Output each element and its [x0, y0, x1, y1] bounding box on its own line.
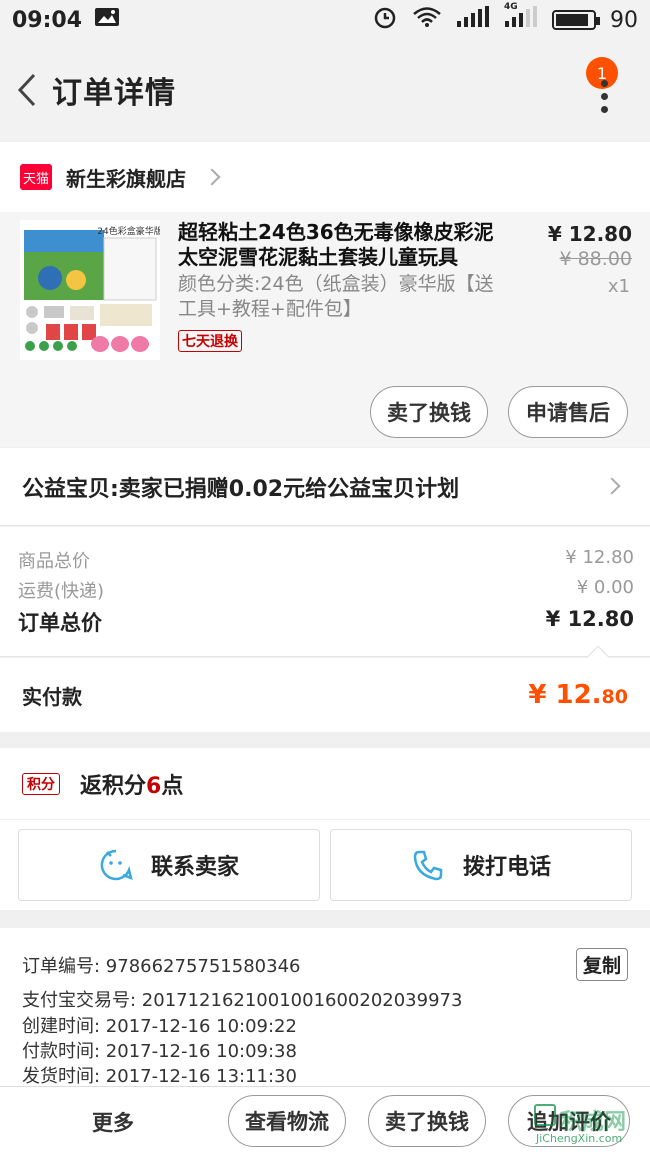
charity-text: 公益宝贝:卖家已捐赠0.02元给公益宝贝计划 — [22, 476, 460, 502]
view-logistics-button[interactable]: 查看物流 — [228, 1095, 346, 1147]
battery-icon — [552, 10, 600, 30]
alarm-icon — [372, 4, 398, 36]
more-button[interactable]: 更多 — [92, 1107, 134, 1137]
product-title: 超轻粘土24色36色无毒像橡皮彩泥太空泥雪花泥黏土套装儿童玩具 — [178, 220, 494, 269]
shop-name: 新生彩旗舰店 — [66, 166, 186, 191]
signal-icon — [456, 6, 490, 34]
points-row: 积分 返积分6点 — [0, 748, 650, 820]
shipping-row: 运费(快递) ¥ 0.00 — [18, 577, 634, 603]
call-phone-label: 拨打电话 — [462, 855, 551, 880]
shipped-time: 发货时间: 2017-12-16 13:11:30 — [22, 1066, 297, 1087]
chat-bubble-icon — [100, 849, 133, 881]
product-image: 24色彩盒豪华版 — [20, 220, 160, 360]
more-menu-button[interactable]: 1 — [586, 50, 626, 130]
status-bar: 09:04 4G 90 — [0, 0, 650, 40]
price-summary: 商品总价 ¥ 12.80 运费(快递) ¥ 0.00 订单总价 ¥ 12.80 — [0, 527, 650, 657]
points-suffix: 点 — [161, 773, 184, 799]
sell-bottom-button[interactable]: 卖了换钱 — [368, 1095, 486, 1147]
goods-total-label: 商品总价 — [18, 551, 90, 572]
page-title: 订单详情 — [52, 76, 176, 111]
goods-total-row: 商品总价 ¥ 12.80 — [18, 547, 634, 573]
alipay-number: 支付宝交易号: 2017121621001001600202039973 — [22, 990, 463, 1011]
contact-seller-button[interactable]: 联系卖家 — [18, 829, 320, 901]
created-time: 创建时间: 2017-12-16 10:09:22 — [22, 1016, 297, 1037]
copy-button[interactable]: 复制 — [575, 948, 628, 981]
paid-amount-main: ¥ 12. — [528, 680, 602, 710]
product-price: ¥ 12.80 — [547, 222, 632, 246]
after-sale-button[interactable]: 申请售后 — [508, 386, 628, 438]
shop-row[interactable]: 天猫 新生彩旗舰店 — [0, 142, 650, 212]
order-total-value: ¥ 12.80 — [545, 607, 634, 631]
shipping-label: 运费(快递) — [18, 581, 105, 602]
product-quantity: x1 — [607, 276, 630, 297]
watermark: 积成网 JiChengXin.com — [530, 1100, 650, 1150]
watermark-logo-icon — [534, 1104, 556, 1126]
phone-icon — [413, 850, 443, 881]
chevron-right-icon — [203, 168, 221, 186]
goods-total-value: ¥ 12.80 — [565, 547, 634, 568]
call-phone-button[interactable]: 拨打电话 — [330, 829, 632, 901]
product-spec: 颜色分类:24色（纸盒装）豪华版【送工具+教程+配件包】 — [178, 273, 494, 320]
charity-row[interactable]: 公益宝贝:卖家已捐赠0.02元给公益宝贝计划 — [0, 448, 650, 526]
paid-amount-cents: 80 — [601, 686, 628, 708]
points-count: 6 — [146, 773, 162, 799]
points-text: 返积分6点 — [80, 768, 183, 800]
status-time: 09:04 — [12, 7, 83, 33]
wifi-icon — [412, 6, 442, 34]
signal-4g-icon: 4G — [504, 2, 538, 34]
network-type-label: 4G — [504, 2, 518, 12]
paid-amount: ¥ 12.80 — [528, 680, 628, 710]
seven-day-return-badge: 七天退换 — [178, 330, 242, 352]
image-notification-icon — [94, 7, 120, 33]
chevron-left-icon — [17, 73, 36, 107]
paid-time: 付款时间: 2017-12-16 10:09:38 — [22, 1041, 297, 1062]
points-tag: 积分 — [22, 772, 60, 795]
more-vertical-icon — [601, 80, 609, 119]
product-item[interactable]: 24色彩盒豪华版 超轻粘土24色36色无毒像橡皮彩泥太空泥雪花泥黏土套装儿童玩具… — [0, 212, 650, 447]
order-total-row: 订单总价 ¥ 12.80 — [18, 607, 634, 637]
battery-percent: 90 — [610, 7, 638, 33]
watermark-url: JiChengXin.com — [536, 1132, 623, 1145]
order-info: 订单编号: 97866275751580346 复制 支付宝交易号: 20171… — [0, 928, 650, 1088]
paid-label: 实付款 — [22, 684, 82, 709]
tmall-logo: 天猫 — [20, 164, 52, 190]
chevron-right-icon — [603, 477, 621, 495]
order-number: 订单编号: 97866275751580346 — [22, 956, 301, 977]
product-original-price: ¥ 88.00 — [559, 248, 632, 270]
sell-button[interactable]: 卖了换钱 — [370, 386, 488, 438]
shipping-value: ¥ 0.00 — [576, 577, 634, 598]
box-label: 24色彩盒豪华版 — [97, 225, 160, 237]
back-button[interactable] — [2, 60, 52, 120]
order-total-label: 订单总价 — [18, 611, 102, 635]
contact-actions: 联系卖家 拨打电话 — [0, 820, 650, 910]
nav-bar: 订单详情 1 — [0, 40, 650, 140]
points-prefix: 返积分 — [80, 773, 147, 799]
contact-seller-label: 联系卖家 — [150, 855, 239, 880]
paid-amount-row: 实付款 ¥ 12.80 — [0, 645, 650, 732]
